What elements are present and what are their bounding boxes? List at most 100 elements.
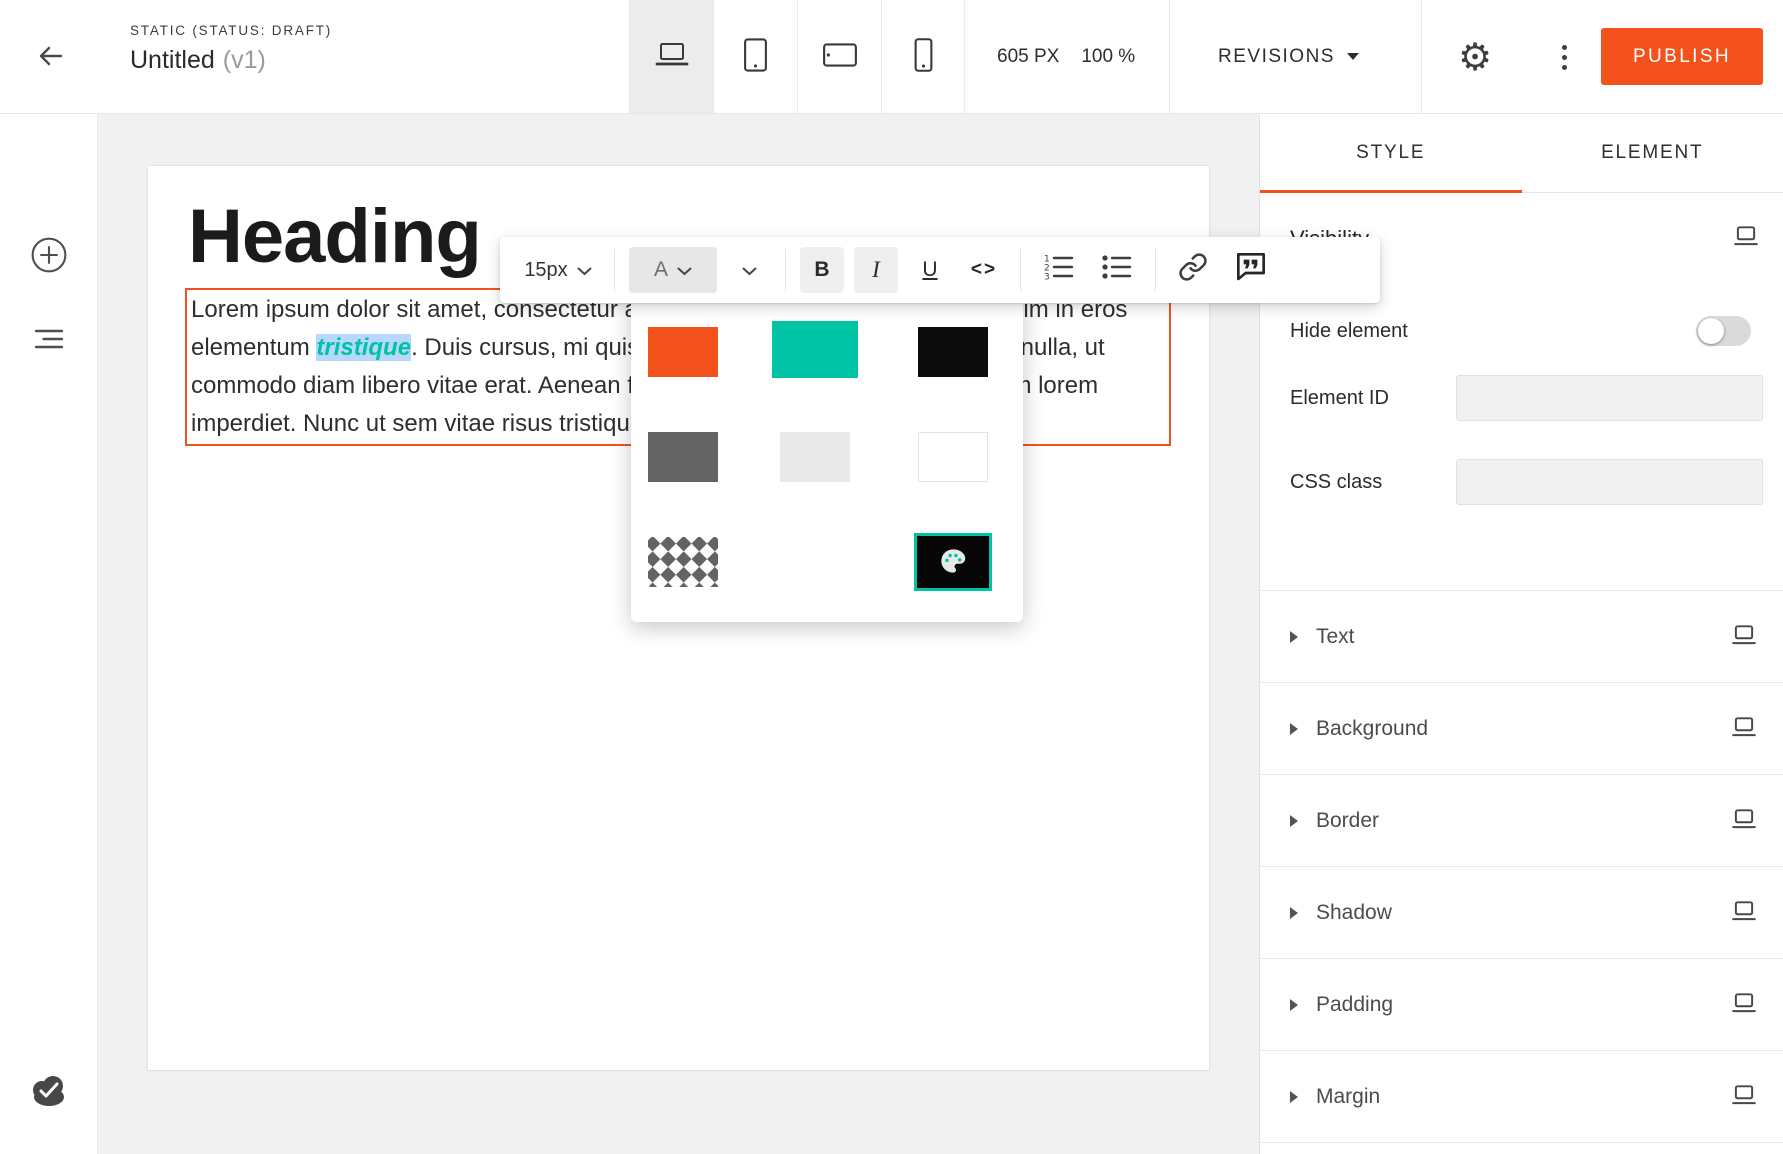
link-icon bbox=[1178, 252, 1208, 288]
tablet-portrait-icon bbox=[742, 37, 769, 76]
code-button[interactable]: <> bbox=[962, 247, 1006, 293]
zoom-level-value: 100 % bbox=[1081, 46, 1135, 68]
page-builder-app: STATIC (STATUS: DRAFT) Untitled (v1) bbox=[0, 0, 1783, 1154]
css-class-row: CSS class bbox=[1290, 459, 1763, 505]
accordion-border[interactable]: Border bbox=[1260, 775, 1783, 867]
svg-text:3: 3 bbox=[1044, 273, 1050, 282]
color-swatch-transparent[interactable] bbox=[648, 537, 718, 587]
chevron-right-icon bbox=[1290, 723, 1298, 735]
laptop-icon bbox=[653, 40, 691, 73]
page-structure-button[interactable] bbox=[27, 325, 71, 356]
text-format-toolbar: 15px A B I U <> 123 bbox=[500, 237, 1380, 303]
accordion-margin[interactable]: Margin bbox=[1260, 1051, 1783, 1143]
accordion-label: Background bbox=[1316, 717, 1713, 741]
italic-button[interactable]: I bbox=[854, 247, 898, 293]
chevron-right-icon bbox=[1290, 907, 1298, 919]
panel-tabs: STYLE ELEMENT bbox=[1260, 113, 1783, 193]
tab-element[interactable]: ELEMENT bbox=[1522, 113, 1783, 192]
accordion-label: Border bbox=[1316, 809, 1713, 833]
highlight-color-dropdown[interactable] bbox=[727, 247, 771, 293]
device-phone-button[interactable] bbox=[881, 0, 965, 113]
viewport-dimensions: 605 PX 100 % bbox=[997, 0, 1135, 113]
toolbar-divider bbox=[614, 249, 615, 291]
checker-pattern bbox=[648, 537, 718, 587]
accordion-label: Margin bbox=[1316, 1085, 1713, 1109]
back-button[interactable] bbox=[26, 33, 74, 81]
chevron-down-icon bbox=[577, 259, 592, 282]
cloud-saved-indicator bbox=[28, 1073, 70, 1112]
display-device-icon[interactable] bbox=[1731, 1084, 1757, 1109]
palette-icon bbox=[939, 547, 967, 578]
toolbar-divider bbox=[1155, 249, 1156, 291]
font-size-value: 15px bbox=[524, 259, 567, 282]
accordion-label: Padding bbox=[1316, 993, 1713, 1017]
heading-element[interactable]: Heading bbox=[188, 192, 481, 282]
color-swatch-orange[interactable] bbox=[648, 327, 718, 377]
publish-button[interactable]: PUBLISH bbox=[1601, 28, 1763, 85]
device-tablet-button[interactable] bbox=[713, 0, 797, 113]
document-meta: STATIC (STATUS: DRAFT) Untitled (v1) bbox=[130, 23, 332, 75]
css-class-label: CSS class bbox=[1290, 471, 1382, 494]
bullet-list-icon bbox=[1101, 253, 1133, 287]
ordered-list-button[interactable]: 123 bbox=[1035, 247, 1083, 293]
accordion-background[interactable]: Background bbox=[1260, 683, 1783, 775]
font-size-dropdown[interactable]: 15px bbox=[516, 247, 600, 293]
accordion-shadow[interactable]: Shadow bbox=[1260, 867, 1783, 959]
revisions-label: REVISIONS bbox=[1218, 46, 1335, 68]
css-class-input[interactable] bbox=[1456, 459, 1763, 505]
document-version: (v1) bbox=[223, 46, 266, 74]
revisions-dropdown[interactable]: REVISIONS bbox=[1212, 0, 1365, 113]
element-id-label: Element ID bbox=[1290, 387, 1389, 410]
display-device-icon[interactable] bbox=[1731, 900, 1757, 925]
tab-style[interactable]: STYLE bbox=[1260, 113, 1522, 192]
bold-button[interactable]: B bbox=[800, 247, 844, 293]
display-device-icon[interactable] bbox=[1731, 992, 1757, 1017]
page-title: Untitled (v1) bbox=[130, 46, 332, 75]
color-swatch-white[interactable] bbox=[918, 432, 988, 482]
hide-element-label: Hide element bbox=[1290, 320, 1408, 343]
color-swatch-teal[interactable] bbox=[772, 321, 858, 378]
color-swatch-light-gray[interactable] bbox=[780, 432, 850, 482]
link-button[interactable] bbox=[1170, 247, 1216, 293]
hide-element-row: Hide element bbox=[1290, 316, 1751, 346]
color-swatch-black[interactable] bbox=[918, 327, 988, 377]
text-color-dropdown[interactable]: A bbox=[629, 247, 717, 293]
tablet-landscape-icon bbox=[822, 41, 858, 72]
toggle-knob bbox=[1698, 318, 1724, 344]
accordion-label: Text bbox=[1316, 625, 1713, 649]
color-swatch-dark-gray[interactable] bbox=[648, 432, 718, 482]
hide-element-toggle[interactable] bbox=[1696, 316, 1751, 346]
topbar-divider bbox=[1421, 0, 1422, 113]
display-device-icon[interactable] bbox=[1731, 808, 1757, 833]
arrow-left-icon bbox=[35, 44, 65, 71]
custom-color-picker-swatch[interactable] bbox=[914, 533, 992, 591]
viewport-width-value: 605 PX bbox=[997, 46, 1059, 68]
display-device-icon[interactable] bbox=[1733, 225, 1759, 252]
quote-bubble-icon bbox=[1234, 251, 1268, 289]
accordion-padding[interactable]: Padding bbox=[1260, 959, 1783, 1051]
topbar: STATIC (STATUS: DRAFT) Untitled (v1) bbox=[0, 0, 1783, 114]
toolbar-divider bbox=[785, 249, 786, 291]
underline-button[interactable]: U bbox=[908, 247, 952, 293]
display-device-icon[interactable] bbox=[1731, 716, 1757, 741]
element-id-row: Element ID bbox=[1290, 375, 1763, 421]
style-accordions: Text Background Border Shadow Padding bbox=[1260, 590, 1783, 1143]
chevron-right-icon bbox=[1290, 999, 1298, 1011]
display-device-icon[interactable] bbox=[1731, 624, 1757, 649]
quote-button[interactable] bbox=[1226, 247, 1276, 293]
layers-list-icon bbox=[33, 340, 65, 355]
chevron-right-icon bbox=[1290, 815, 1298, 827]
document-title: Untitled bbox=[130, 46, 215, 74]
document-status: STATIC (STATUS: DRAFT) bbox=[130, 23, 332, 38]
more-options-button[interactable] bbox=[1542, 28, 1586, 86]
settings-button[interactable] bbox=[1446, 28, 1504, 86]
element-id-input[interactable] bbox=[1456, 375, 1763, 421]
device-desktop-button[interactable] bbox=[629, 0, 713, 113]
highlighted-word: tristique bbox=[316, 334, 411, 361]
device-tablet-landscape-button[interactable] bbox=[797, 0, 881, 113]
add-element-button[interactable] bbox=[24, 235, 74, 278]
color-palette-popover bbox=[631, 290, 1023, 622]
bullet-list-button[interactable] bbox=[1093, 247, 1141, 293]
accordion-text[interactable]: Text bbox=[1260, 591, 1783, 683]
topbar-divider bbox=[1169, 0, 1170, 113]
